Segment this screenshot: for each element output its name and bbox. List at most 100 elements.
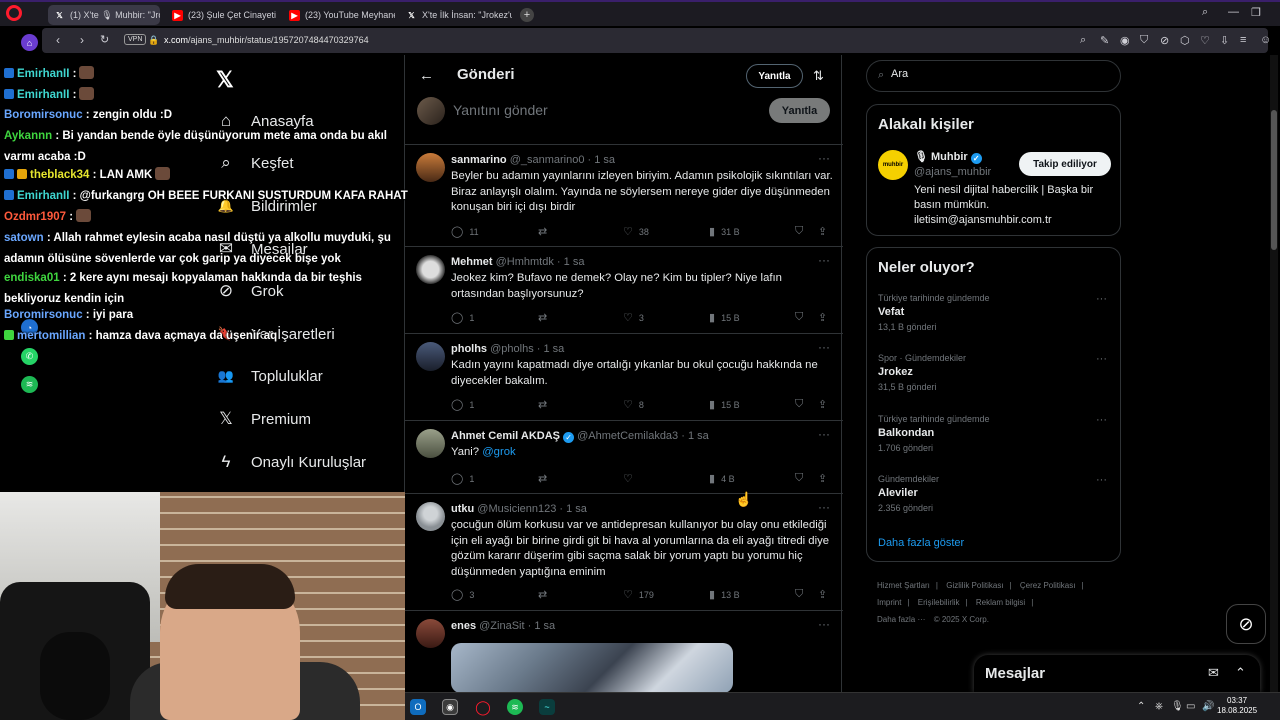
related-account-handle[interactable]: @ajans_muhbir — [914, 166, 991, 178]
views-action[interactable]: ▮ 15 B — [709, 398, 740, 411]
tweet-handle[interactable]: @Musicienn123 — [477, 503, 556, 515]
more-options-icon[interactable]: ··· — [1096, 353, 1107, 365]
share-action[interactable]: ⇪ — [818, 225, 827, 238]
retweet-action[interactable]: ⇄ — [538, 311, 547, 324]
tweet-author[interactable]: enes — [451, 620, 476, 632]
new-message-icon[interactable]: ✉ — [1208, 665, 1219, 681]
heart-icon[interactable]: ♡ — [1200, 34, 1210, 47]
tweet-author[interactable]: utku — [451, 503, 474, 515]
tray-volume-icon[interactable]: 🔊 — [1202, 701, 1214, 712]
tray-mic-icon[interactable]: 🎙 — [1171, 701, 1184, 712]
trend-item[interactable]: Türkiye tarihinde gündemde Vefat 13,1 B … — [878, 293, 1113, 332]
zoom-icon[interactable]: ⌕ — [1080, 34, 1086, 47]
more-options-icon[interactable]: ··· — [818, 253, 830, 267]
mention-link[interactable]: @grok — [482, 446, 515, 458]
bookmark-action[interactable]: ⛉ — [795, 472, 803, 485]
tab-search-icon[interactable]: ⌕ — [1202, 6, 1208, 19]
reply-input[interactable] — [453, 100, 713, 120]
avatar[interactable] — [416, 619, 445, 648]
views-action[interactable]: ▮ 13 B — [709, 588, 740, 601]
avatar[interactable]: muhbir — [878, 150, 908, 180]
footer-more-link[interactable]: Daha fazla ··· — [877, 615, 925, 624]
views-action[interactable]: ▮ 31 B — [709, 225, 740, 238]
spotify-icon[interactable]: ≋ — [507, 699, 523, 715]
search-box[interactable]: ⌕ — [866, 60, 1121, 92]
tweet-handle[interactable]: @Hmhmtdk — [496, 256, 554, 268]
reply-action[interactable]: ◯ 1 — [451, 311, 474, 324]
shield-icon[interactable]: ⛉ — [1140, 34, 1148, 47]
footer-link[interactable]: Çerez Politikası — [1020, 581, 1076, 590]
avatar[interactable] — [416, 502, 445, 531]
back-arrow-icon[interactable]: ← — [419, 67, 434, 84]
camera-icon[interactable]: ◉ — [1120, 34, 1130, 47]
extensions-icon[interactable]: ⬡ — [1180, 34, 1190, 47]
more-options-icon[interactable]: ··· — [818, 617, 830, 631]
nav-verified-orgs[interactable]: ϟ Onaylı Kuruluşlar — [215, 451, 367, 473]
footer-link[interactable]: Hizmet Şartları — [877, 581, 930, 590]
tweet-handle[interactable]: @ZinaSit — [479, 620, 524, 632]
retweet-action[interactable]: ⇄ — [538, 588, 547, 601]
tweet-author[interactable]: Mehmet — [451, 256, 493, 268]
views-action[interactable]: ▮ 15 B — [709, 311, 740, 324]
show-more-link[interactable]: Daha fazla göster — [878, 537, 964, 549]
reply-action[interactable]: ◯ 1 — [451, 472, 474, 485]
tweet-author[interactable]: Ahmet Cemil AKDAŞ — [451, 430, 560, 442]
reply-sort-button[interactable]: Yanıtla — [746, 64, 803, 88]
views-action[interactable]: ▮ 4 B — [709, 472, 735, 485]
menu-icon[interactable]: ≡ — [1240, 34, 1246, 46]
like-action[interactable]: ♡ 179 — [623, 588, 654, 601]
share-action[interactable]: ⇪ — [818, 398, 827, 411]
profile-icon[interactable]: ☺ — [1260, 34, 1271, 46]
obs-icon[interactable]: ◉ — [442, 699, 458, 715]
search-input[interactable] — [891, 68, 1091, 80]
like-action[interactable]: ♡ 38 — [623, 225, 649, 238]
footer-link[interactable]: Gizlilik Politikası — [946, 581, 1003, 590]
more-options-icon[interactable]: ··· — [818, 427, 830, 441]
tray-chevron-icon[interactable]: ⌃ — [1137, 701, 1145, 712]
more-options-icon[interactable]: ··· — [818, 500, 830, 514]
more-options-icon[interactable]: ··· — [818, 151, 830, 165]
url-field[interactable]: x.com/ajans_muhbir/status/19572074844703… — [164, 35, 369, 45]
reply-tweet[interactable]: sanmarino @_sanmarino0 · 1 sa ··· Beyler… — [405, 145, 843, 247]
new-tab-button[interactable]: + — [520, 8, 534, 22]
maximize-icon[interactable]: ❐ — [1251, 6, 1261, 19]
like-action[interactable]: ♡ — [623, 472, 633, 485]
retweet-action[interactable]: ⇄ — [538, 398, 547, 411]
avatar[interactable] — [416, 255, 445, 284]
reload-icon[interactable]: ↻ — [100, 33, 109, 46]
scrollbar[interactable] — [1270, 55, 1278, 695]
download-icon[interactable]: ⇩ — [1220, 34, 1229, 47]
tweet-author[interactable]: sanmarino — [451, 154, 507, 166]
retweet-action[interactable]: ⇄ — [538, 225, 547, 238]
more-options-icon[interactable]: ··· — [1096, 293, 1107, 305]
scrollbar-thumb[interactable] — [1271, 110, 1277, 250]
trend-item[interactable]: Spor · Gündemdekiler Jrokez 31,5 B gönde… — [878, 353, 1113, 392]
reply-tweet[interactable]: Ahmet Cemil AKDAŞ ✓ @AhmetCemilakda3 · 1… — [405, 421, 843, 494]
settings-sliders-icon[interactable]: ⇅ — [813, 68, 824, 84]
footer-link[interactable]: Imprint — [877, 598, 901, 607]
tab-x-ilk-insan[interactable]: 𝕏 X'te İlk İnsan: "Jrokez'un d — [400, 5, 512, 25]
back-icon[interactable]: ‹ — [56, 33, 60, 47]
share-action[interactable]: ⇪ — [818, 311, 827, 324]
tweet-handle[interactable]: @_sanmarino0 — [510, 154, 585, 166]
trend-item[interactable]: Türkiye tarihinde gündemde Balkondan 1.7… — [878, 414, 1113, 453]
reply-action[interactable]: ◯ 11 — [451, 225, 479, 238]
minimize-icon[interactable]: — — [1228, 6, 1239, 18]
footer-link[interactable]: Reklam bilgisi — [976, 598, 1025, 607]
following-button[interactable]: Takip ediliyor — [1019, 152, 1111, 176]
bookmark-action[interactable]: ⛉ — [795, 311, 803, 324]
bookmark-action[interactable]: ⛉ — [795, 588, 803, 601]
tray-network-icon[interactable]: ⎈ — [1155, 701, 1163, 712]
app-icon[interactable]: ~ — [539, 699, 555, 715]
vpn-badge[interactable]: VPN — [124, 34, 147, 45]
tab-x-muhbir[interactable]: 𝕏 (1) X'te 🎙 Muhbir: "Jroke… — [48, 5, 160, 25]
bookmark-action[interactable]: ⛉ — [795, 398, 803, 411]
trend-item[interactable]: Gündemdekiler Aleviler 2.356 gönderi ··· — [878, 474, 1113, 513]
retweet-action[interactable]: ⇄ — [538, 472, 547, 485]
avatar[interactable] — [416, 153, 445, 182]
opera-logo-icon[interactable] — [6, 5, 22, 21]
tweet-media-image[interactable] — [451, 643, 733, 693]
share-action[interactable]: ⇪ — [818, 588, 827, 601]
tray-display-icon[interactable]: ▭ — [1186, 701, 1195, 712]
more-options-icon[interactable]: ··· — [1096, 474, 1107, 486]
